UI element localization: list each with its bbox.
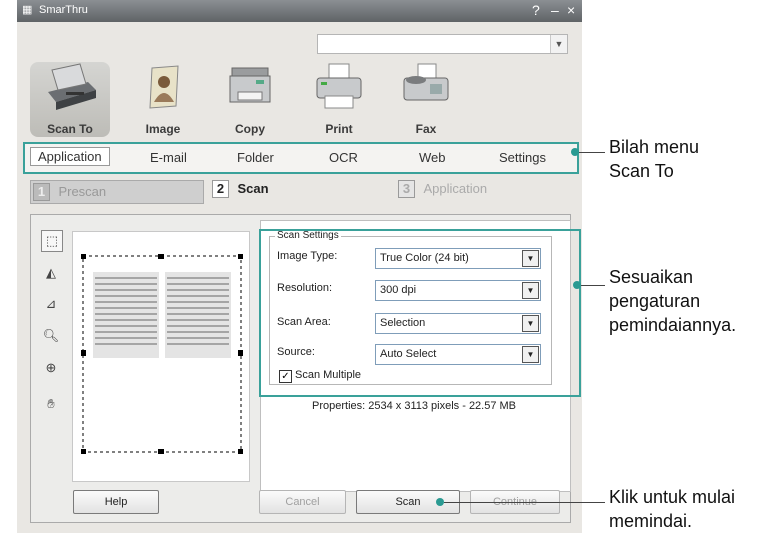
annotation-click-line1: Klik untuk mulai [609,487,736,507]
fax-label: Fax [415,122,437,136]
select-area-icon[interactable]: ⬚ [41,230,63,252]
callout-line [444,502,605,503]
step-prescan[interactable]: 1 Prescan [30,180,204,204]
minimize-icon[interactable]: – [551,2,559,18]
menu-item-settings[interactable]: Settings [499,150,546,165]
title-bar: ▦ SmarThru ? – × [17,0,582,22]
callout-line [581,285,605,286]
copy-button[interactable]: Copy [210,62,290,137]
scan-to-label: Scan To [47,122,93,136]
properties-text: Properties: 2534 x 3113 pixels - 22.57 M… [312,400,517,412]
callout-dot [573,281,581,289]
image-button[interactable]: Image [123,62,203,137]
window-title: SmarThru [39,4,88,16]
printer-icon [316,63,362,109]
close-icon[interactable]: × [567,2,575,18]
fax-icon [403,63,449,101]
destination-combo[interactable]: ▼ [317,34,568,54]
print-label: Print [325,122,353,136]
menu-item-email[interactable]: E-mail [150,150,187,165]
scan-preview[interactable] [72,231,250,482]
settings-highlight [259,229,581,397]
flip-horizontal-icon[interactable]: ◭ [41,263,61,283]
step-number: 2 [212,180,229,198]
annotation-adjust-line1: Sesuaikan [609,267,694,287]
menu-item-ocr[interactable]: OCR [329,150,358,165]
zoom-in-icon[interactable]: ⊕ [41,358,61,378]
cancel-button[interactable]: Cancel [259,490,346,514]
scan-to-button[interactable]: Scan To [30,62,110,137]
scanner-icon [48,63,96,110]
copy-label: Copy [235,122,265,136]
document-thumbnail [81,254,243,454]
step-label: Application [423,181,488,196]
rotate-icon[interactable]: ⊿ [41,294,61,314]
image-label: Image [145,122,181,136]
print-button[interactable]: Print [299,62,379,137]
annotation-adjust-line3: pemindaiannya. [609,315,737,335]
annotation-click-line2: memindai. [609,511,693,531]
image-icon [149,65,179,109]
help-icon[interactable]: ? [532,2,540,18]
zoom-out-icon[interactable]: 🔍︎ [41,326,61,346]
annotation-menu-line1: Bilah menu [609,137,700,157]
app-icon: ▦ [22,4,33,16]
callout-dot [571,148,579,156]
step-label: Prescan [58,184,107,199]
annotation-menu-line2: Scan To [609,161,674,181]
fax-button[interactable]: Fax [386,62,466,137]
step-application[interactable]: 3 Application [398,180,568,202]
step-scan[interactable]: 2 Scan [212,180,388,202]
step-number: 1 [33,183,50,201]
help-button[interactable]: Help [73,490,159,514]
menu-item-web[interactable]: Web [419,150,446,165]
menu-item-folder[interactable]: Folder [237,150,274,165]
callout-line [579,152,605,153]
callout-dot [436,498,444,506]
copier-icon [229,67,271,103]
pan-hand-icon[interactable]: ✋︎ [41,394,61,414]
annotation-adjust-line2: pengaturan [609,291,701,311]
step-number: 3 [398,180,415,198]
scan-to-menu-bar: Application E-mail Folder OCR Web Settin… [23,142,579,174]
menu-item-application[interactable]: Application [30,147,110,166]
chevron-down-icon[interactable]: ▼ [550,35,567,53]
step-label: Scan [237,181,269,196]
